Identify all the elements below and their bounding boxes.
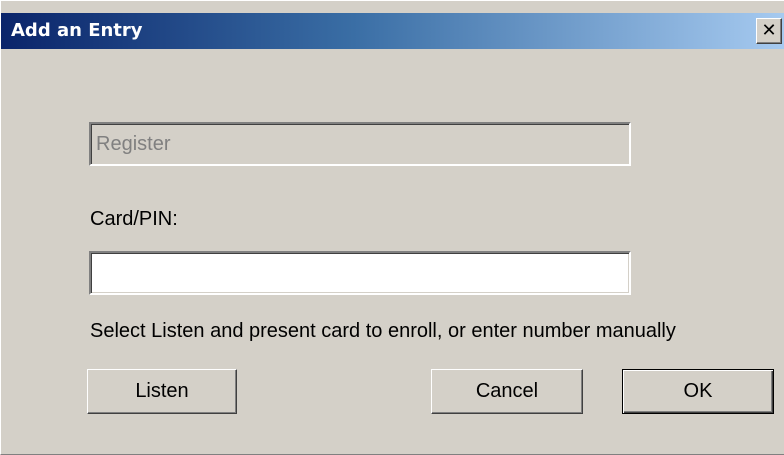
close-button[interactable]: ✕: [756, 18, 782, 44]
register-field: Register: [89, 122, 631, 166]
close-icon: ✕: [761, 19, 777, 41]
listen-button[interactable]: Listen: [87, 369, 237, 414]
ok-button[interactable]: OK: [622, 369, 774, 414]
title-bar[interactable]: Add an Entry ✕: [1, 13, 784, 49]
instruction-text: Select Listen and present card to enroll…: [90, 320, 676, 342]
cancel-button[interactable]: Cancel: [431, 369, 583, 414]
dialog-title: Add an Entry: [11, 20, 143, 41]
card-pin-input[interactable]: [89, 251, 631, 295]
register-field-value: Register: [96, 133, 171, 155]
add-entry-dialog: Add an Entry ✕ Register Card/PIN: Select…: [0, 0, 784, 455]
card-pin-label: Card/PIN:: [90, 208, 178, 230]
